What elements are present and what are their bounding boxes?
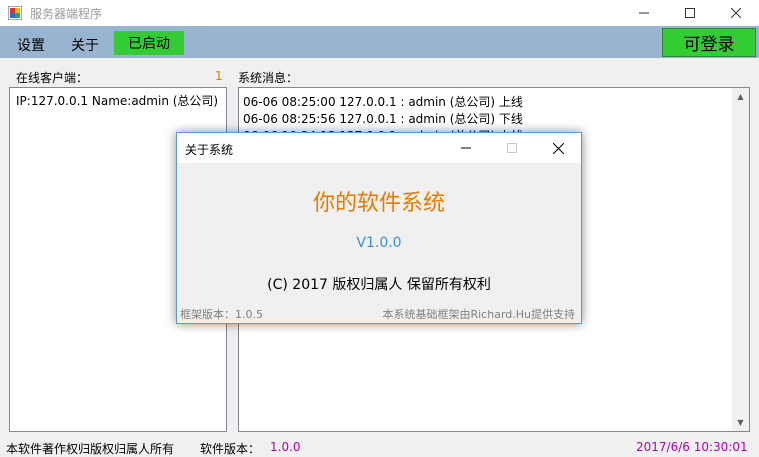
software-version-label: 软件版本： (200, 442, 261, 456)
about-version: V1.0.0 (356, 235, 402, 251)
title-bar: 服务器端程序 (0, 0, 759, 26)
system-messages-label: 系统消息： (238, 71, 299, 85)
message-line: 06-06 08:25:56 127.0.0.1 : admin (总公司) 下… (243, 112, 523, 126)
close-button[interactable] (713, 0, 759, 26)
copyright-text: 本软件著作权归版权归属人所有 (6, 442, 175, 456)
server-status-badge: 已启动 (114, 31, 184, 55)
online-clients-label: 在线客户端： (16, 71, 89, 85)
scroll-up-icon[interactable]: ▲ (732, 88, 749, 105)
app-icon (8, 6, 22, 20)
window-title: 服务器端程序 (30, 7, 103, 21)
about-close-button[interactable] (535, 133, 581, 163)
maximize-icon (685, 8, 695, 18)
about-dialog: 关于系统 你的软件系统 V1.0.0 (C) 2017 版权归属人 保留所有权利… (176, 132, 582, 324)
menu-about[interactable]: 关于 (71, 35, 99, 55)
about-dialog-title: 关于系统 (185, 143, 234, 157)
maximize-icon (507, 143, 517, 153)
about-support-text: 本系统基础框架由Richard.Hu提供支持 (382, 308, 575, 321)
maximize-button[interactable] (667, 0, 713, 26)
messages-scrollbar[interactable]: ▲ ▼ (732, 88, 749, 431)
minimize-icon (639, 12, 649, 14)
close-icon (552, 142, 564, 154)
menu-settings[interactable]: 设置 (17, 35, 45, 55)
about-maximize-button (489, 133, 535, 163)
minimize-icon (461, 147, 471, 149)
status-bar: 本软件著作权归版权归属人所有 软件版本： 1.0.0 2017/6/6 10:3… (0, 436, 759, 457)
message-line: 06-06 08:25:00 127.0.0.1 : admin (总公司) 上… (243, 95, 523, 109)
scroll-down-icon[interactable]: ▼ (732, 414, 749, 431)
status-datetime: 2017/6/6 10:30:01 (636, 440, 748, 454)
about-dialog-titlebar: 关于系统 (177, 133, 581, 163)
about-minimize-button[interactable] (443, 133, 489, 163)
about-framework-version: 框架版本：1.0.5 (180, 308, 263, 321)
login-allowed-button[interactable]: 可登录 (662, 28, 756, 57)
online-clients-count: 1 (215, 69, 223, 83)
about-product-name: 你的软件系统 (312, 191, 445, 216)
software-version-value: 1.0.0 (270, 440, 301, 454)
client-list-item[interactable]: IP:127.0.0.1 Name:admin (总公司) (16, 92, 218, 109)
minimize-button[interactable] (621, 0, 667, 26)
close-icon (731, 8, 741, 18)
about-copyright: (C) 2017 版权归属人 保留所有权利 (267, 277, 491, 293)
